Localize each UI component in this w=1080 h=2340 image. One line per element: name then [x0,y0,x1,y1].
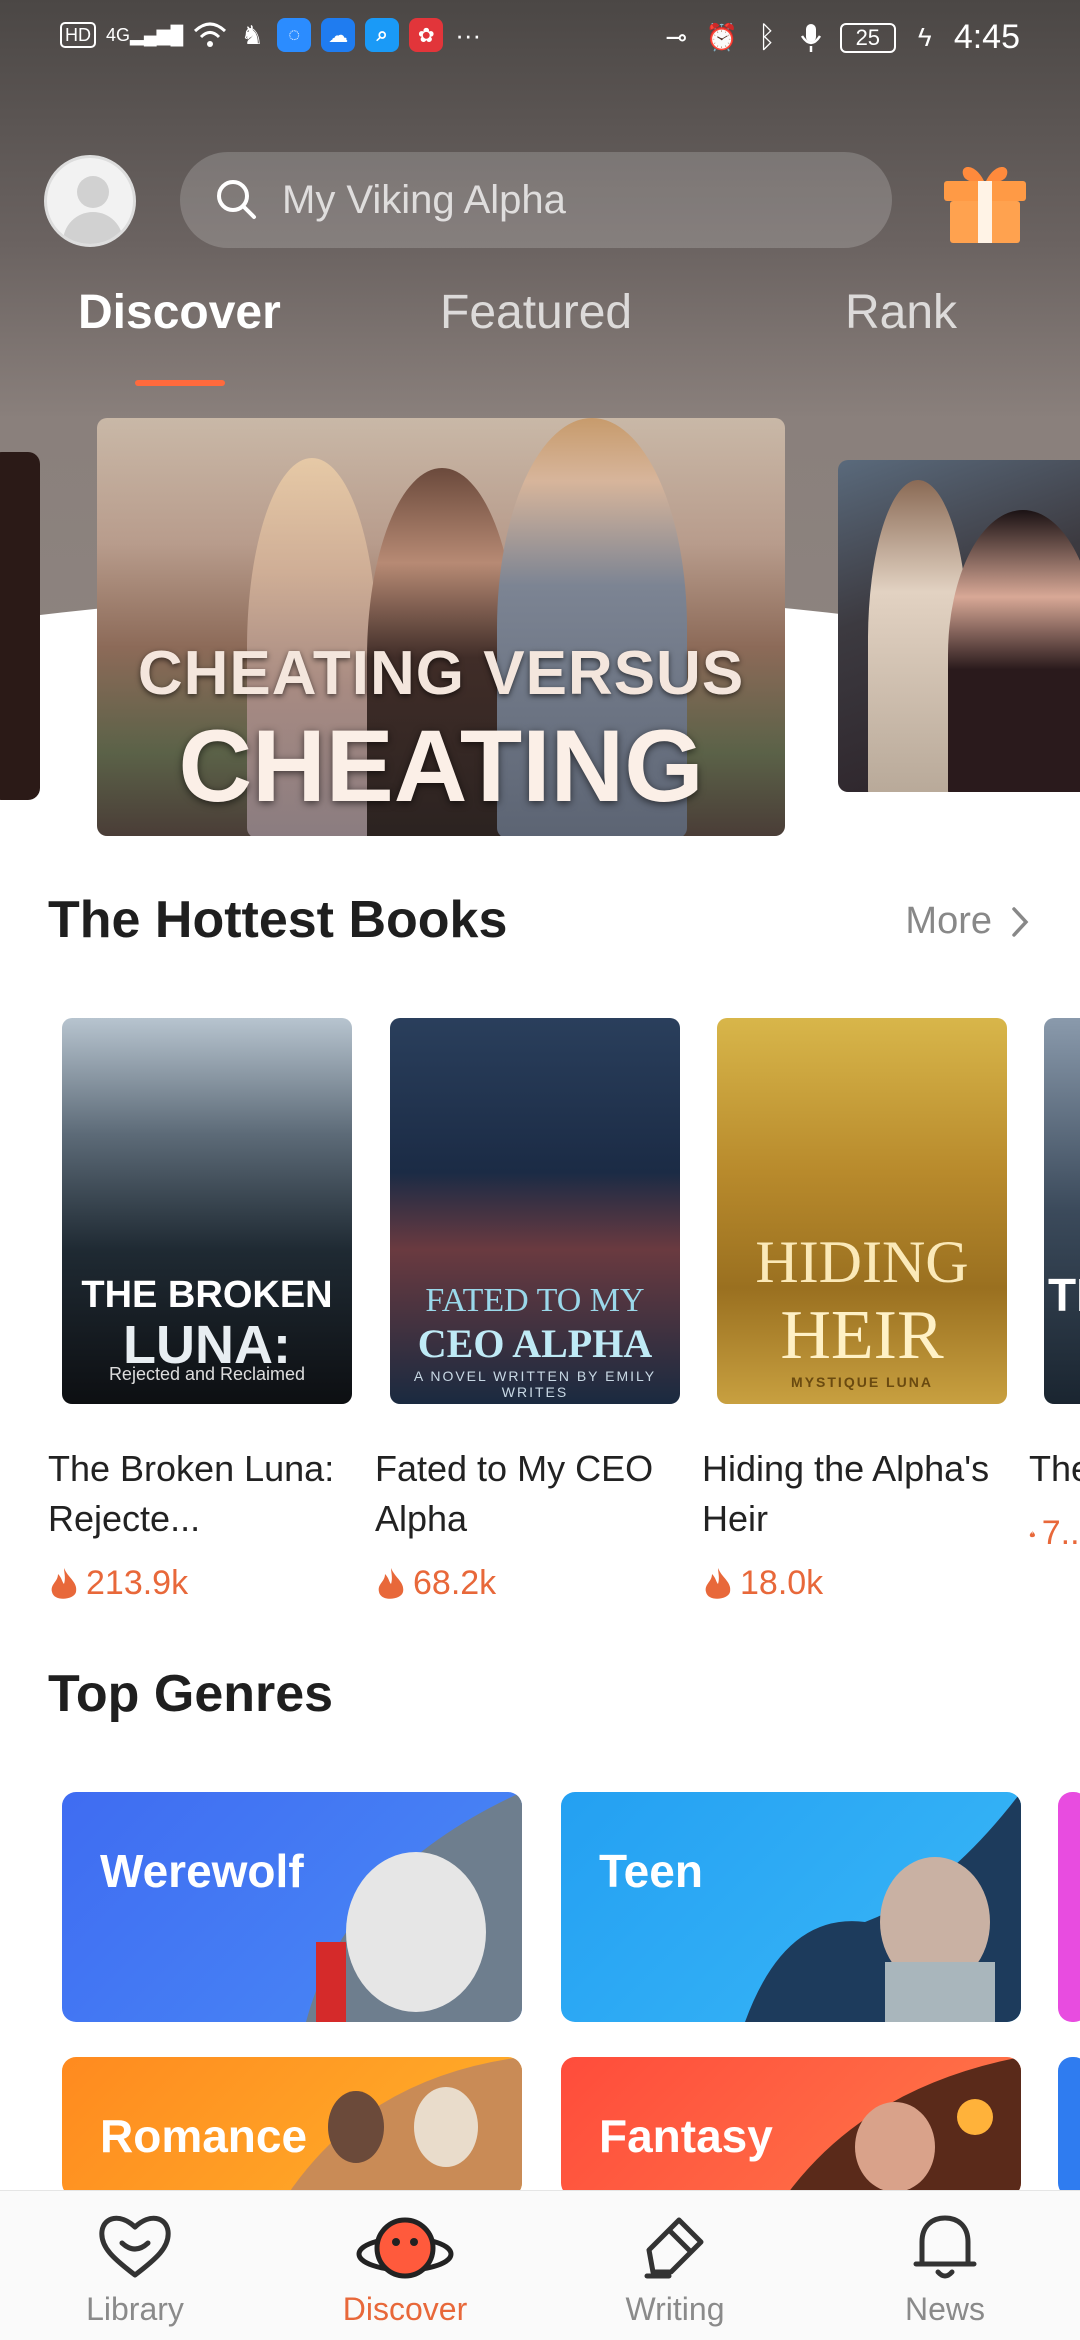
book-title: Fated to My CEO Alpha [375,1448,654,1539]
book-cover: HIDING HEIR MYSTIQUE LUNA [717,1018,1007,1404]
genre-card-fantasy[interactable]: Fantasy [561,2057,1021,2197]
status-bar: HD 4G ▂▄▆█ ♞ ◌ ☁ ⌕ ✿ ··· ⊸ ⏰ ᛒ 25 ϟ 4:45 [0,0,1080,72]
genre-label: Fantasy [599,2110,773,2162]
chat-app-icon: ◌ [277,18,312,52]
book-title: The Ha... [1029,1448,1080,1489]
alarm-icon: ⏰ [705,22,738,52]
flame-icon [378,1567,404,1599]
bluetooth-icon: ᛒ [757,20,776,54]
charging-icon: ϟ [917,22,932,52]
carousel-next-banner[interactable] [838,460,1080,792]
book-hot-count: 213.9k [48,1564,338,1603]
heart-icon [99,2215,171,2278]
book-card[interactable]: TH The Ha... 7... [1029,1018,1080,1553]
nav-news[interactable]: News [845,2201,1045,2328]
book-cover: THE BROKEN LUNA: Rejected and Reclaimed [62,1018,352,1404]
genre-card-partial[interactable] [1058,2057,1080,2197]
overflow-icon: ··· [455,19,482,50]
genre-card-teen[interactable]: Teen [561,1792,1021,2022]
genre-card-partial[interactable] [1058,1792,1080,2022]
hd-icon: HD [60,22,96,48]
genre-label: Romance [100,2110,308,2162]
nav-discover[interactable]: Discover [305,2201,505,2328]
bottom-navigation: Library Discover Writing News [0,2190,1080,2340]
search-bar[interactable]: My Viking Alpha [180,152,892,248]
book-title: Hiding the Alpha's Heir [702,1448,990,1539]
more-button[interactable]: More [905,900,1030,943]
nav-library[interactable]: Library [35,2201,235,2328]
flame-icon [705,1567,731,1599]
key-icon: ⊸ [665,22,688,52]
carousel-main-banner[interactable]: CHEATING VERSUS CHEATING [97,418,785,836]
book-cover: FATED TO MY CEO ALPHA A NOVEL WRITTEN BY… [390,1018,680,1404]
genre-label: Werewolf [100,1845,304,1897]
book-cover: TH [1044,1018,1080,1404]
book-hot-count: 68.2k [375,1564,665,1603]
status-time: 4:45 [953,18,1020,56]
red-app-icon: ✿ [409,18,444,52]
flame-icon [51,1567,77,1599]
gift-icon[interactable] [940,155,1030,247]
tab-underline [135,380,225,386]
search-app-icon: ⌕ [365,18,400,52]
wifi-icon [193,19,227,51]
discover-icon [356,2217,454,2279]
book-hot-count: 7... [1029,1514,1080,1553]
hottest-books-title: The Hottest Books [48,891,508,949]
rocking-horse-icon: ♞ [240,19,264,50]
search-placeholder: My Viking Alpha [282,177,566,222]
genre-card-werewolf[interactable]: Werewolf [62,1792,522,2022]
chevron-right-icon [1012,906,1029,937]
pen-icon [644,2217,704,2279]
tab-discover[interactable]: Discover [78,285,281,340]
signal-icon: 4G ▂▄▆█ [106,24,184,45]
book-card[interactable]: FATED TO MY CEO ALPHA A NOVEL WRITTEN BY… [375,1018,680,1603]
tab-rank[interactable]: Rank [845,285,957,340]
weather-app-icon: ☁ [321,18,356,52]
genre-label: Teen [599,1845,703,1897]
search-icon [217,180,256,219]
user-avatar[interactable] [44,155,136,247]
nav-writing[interactable]: Writing [575,2201,775,2328]
book-title: The Broken Luna: Rejecte... [48,1448,335,1539]
top-tabs: Discover Featured Rank [0,285,1080,385]
top-genres-title: Top Genres [48,1665,334,1723]
battery-icon: 25 [839,22,896,53]
banner-title-line2: CHEATING [178,709,704,823]
book-hot-count: 18.0k [702,1564,992,1603]
more-label: More [905,900,992,942]
bell-icon [913,2215,977,2279]
mic-icon [796,22,826,54]
banner-title-line1: CHEATING VERSUS [137,639,745,708]
book-card[interactable]: THE BROKEN LUNA: Rejected and Reclaimed … [48,1018,352,1603]
tab-featured[interactable]: Featured [440,285,632,340]
genre-card-romance[interactable]: Romance [62,2057,522,2197]
flame-icon [1029,1530,1035,1537]
carousel-prev-banner[interactable] [0,452,40,800]
book-card[interactable]: HIDING HEIR MYSTIQUE LUNA Hiding the Alp… [702,1018,1007,1603]
